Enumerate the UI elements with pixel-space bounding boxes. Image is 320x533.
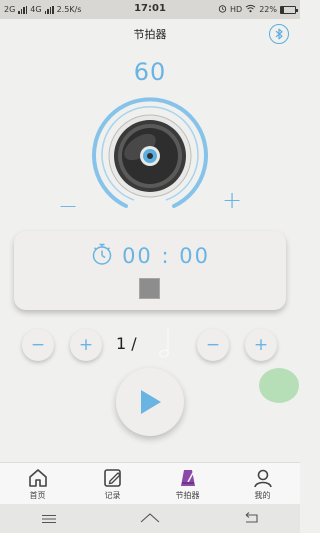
status-bar: 2G 4G 2.5K/s 17:01 HD 22% — [0, 0, 300, 19]
play-button[interactable] — [116, 368, 184, 436]
timer-row: 00 : 00 — [14, 239, 286, 273]
user-icon — [253, 469, 272, 488]
floating-action-button[interactable] — [259, 368, 299, 403]
home-icon — [28, 469, 47, 487]
timer-value: 00 : 00 — [122, 244, 210, 268]
bpm-value: 60 — [133, 58, 167, 86]
bluetooth-icon — [275, 28, 283, 40]
nav-item-records[interactable]: 记录 — [75, 463, 150, 504]
tempo-dial[interactable] — [86, 92, 214, 220]
decrease-bpm-button[interactable]: − — [58, 192, 78, 220]
app-header: 节拍器 — [0, 19, 300, 49]
note-decrease-button[interactable]: − — [197, 329, 229, 361]
page-title: 节拍器 — [133, 28, 167, 41]
nav-item-metronome[interactable]: 节拍器 — [150, 463, 225, 504]
beat-signature: 1 / — [116, 334, 137, 353]
nav-item-home[interactable]: 首页 — [0, 463, 75, 504]
beat-increase-button[interactable]: + — [70, 329, 102, 361]
bottom-nav: 首页 记录 节拍器 我的 — [0, 462, 300, 504]
home-system-icon[interactable] — [140, 509, 160, 528]
nav-item-mine[interactable]: 我的 — [225, 463, 300, 504]
back-icon[interactable] — [243, 509, 259, 528]
system-nav-bar — [0, 504, 300, 533]
timer-stop-button[interactable] — [139, 278, 160, 299]
timer-card: 00 : 00 — [14, 231, 286, 310]
note-increase-button[interactable]: + — [245, 329, 277, 361]
increase-bpm-button[interactable]: + — [222, 186, 242, 214]
stopwatch-icon — [90, 242, 114, 270]
status-time: 17:01 — [134, 3, 166, 14]
edit-icon — [103, 469, 121, 487]
bluetooth-button[interactable] — [269, 24, 289, 44]
menu-icon[interactable] — [41, 509, 57, 528]
nav-label-metronome: 节拍器 — [175, 491, 200, 500]
nav-label-mine: 我的 — [254, 491, 271, 500]
nav-label-records: 记录 — [104, 491, 121, 500]
battery-icon — [280, 5, 298, 14]
play-icon — [141, 390, 161, 414]
half-note-icon[interactable] — [157, 327, 171, 363]
metronome-icon — [180, 470, 195, 486]
nav-label-home: 首页 — [29, 491, 46, 500]
beat-decrease-button[interactable]: − — [22, 329, 54, 361]
